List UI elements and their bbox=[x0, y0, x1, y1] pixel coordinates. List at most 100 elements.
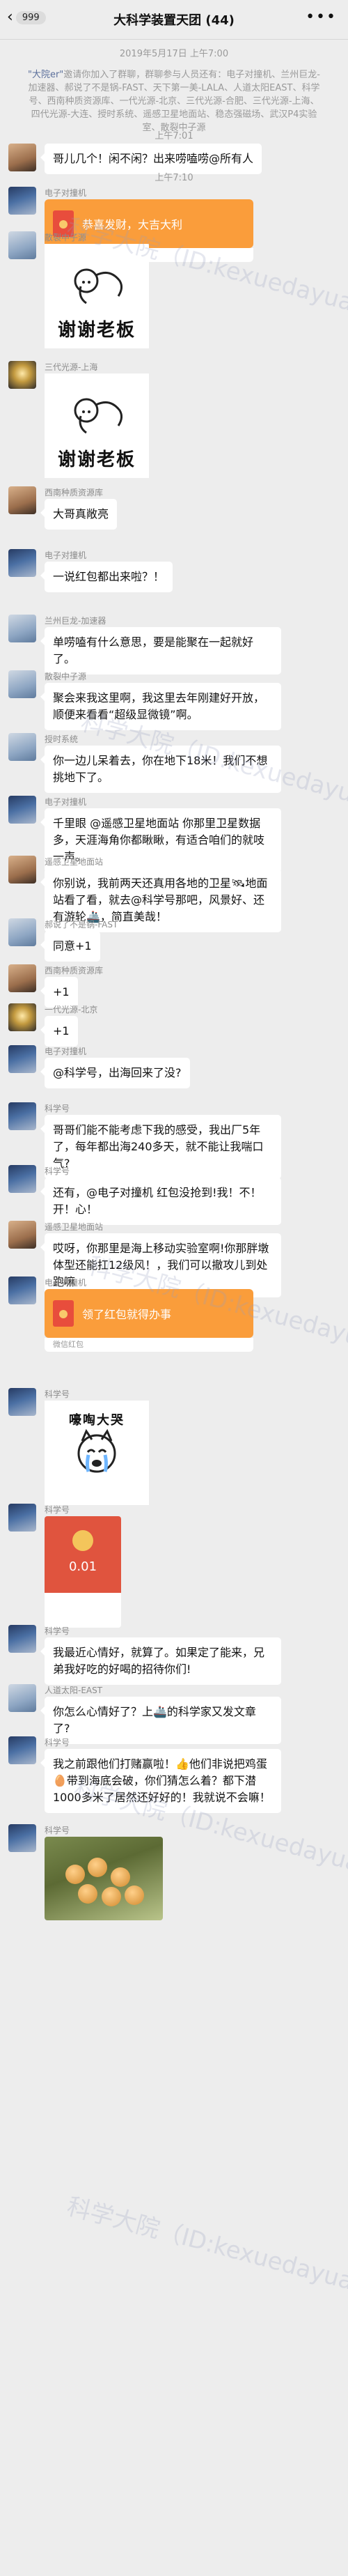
sticker-caption: 谢谢老板 bbox=[57, 449, 136, 470]
chat-header: ‹ 999 大科学装置天团 (44) ••• bbox=[0, 0, 348, 40]
sender-name: 郝说了不是锅-FAST bbox=[45, 920, 118, 930]
red-packet-screenshot[interactable]: 0.01 bbox=[45, 1516, 121, 1628]
back-button[interactable]: ‹ 999 bbox=[7, 10, 46, 25]
avatar[interactable] bbox=[8, 1684, 36, 1712]
egg-icon bbox=[78, 1884, 97, 1904]
message-bubble[interactable]: 单唠嗑有什么意思，要是能聚在一起就好了。 bbox=[40, 627, 281, 674]
avatar[interactable] bbox=[8, 1165, 36, 1193]
chevron-left-icon: ‹ bbox=[7, 8, 13, 26]
sticker-message[interactable]: 谢谢老板 bbox=[45, 373, 149, 478]
red-packet-amount: 0.01 bbox=[68, 1559, 97, 1574]
egg-photo-message[interactable] bbox=[45, 1837, 163, 1920]
avatar[interactable] bbox=[8, 1221, 36, 1249]
sender-name: 遥感卫星地面站 bbox=[45, 1222, 104, 1232]
sender-name: 科学号 bbox=[45, 1104, 70, 1113]
sender-name: 电子对撞机 bbox=[45, 550, 87, 560]
avatar[interactable] bbox=[8, 964, 36, 992]
red-packet-message[interactable]: 领了红包就得办事微信红包 bbox=[45, 1289, 253, 1352]
sender-name: 科学号 bbox=[45, 1738, 70, 1748]
avatar[interactable] bbox=[8, 1102, 36, 1130]
avatar[interactable] bbox=[8, 231, 36, 259]
avatar[interactable] bbox=[8, 486, 36, 514]
egg-icon bbox=[111, 1867, 130, 1887]
avatar[interactable] bbox=[8, 615, 36, 642]
sender-name: 人道太阳-EAST bbox=[45, 1686, 103, 1695]
message-bubble[interactable]: 大哥真敞亮 bbox=[40, 499, 118, 530]
watermark-text: 科学大院（ID:kexuedayuan） bbox=[64, 2192, 348, 2306]
avatar[interactable] bbox=[8, 670, 36, 698]
chat-title: 大科学装置天团 (44) bbox=[113, 13, 235, 28]
sender-name: 西南种质资源库 bbox=[45, 966, 104, 975]
sender-name: 授时系统 bbox=[45, 734, 79, 744]
sender-name: 散裂中子源 bbox=[45, 233, 87, 242]
avatar[interactable] bbox=[8, 1625, 36, 1653]
avatar[interactable] bbox=[8, 549, 36, 577]
message-bubble[interactable]: 同意+1 bbox=[40, 931, 100, 962]
avatar[interactable] bbox=[8, 1388, 36, 1416]
avatar[interactable] bbox=[8, 1824, 36, 1852]
sender-name: 电子对撞机 bbox=[45, 188, 87, 198]
bowing-figure-icon bbox=[74, 268, 123, 304]
sender-name: 科学号 bbox=[45, 1166, 70, 1176]
avatar[interactable] bbox=[8, 144, 36, 171]
sender-name: 西南种质资源库 bbox=[45, 488, 104, 498]
egg-icon bbox=[125, 1885, 144, 1905]
sender-name: 科学号 bbox=[45, 1505, 70, 1515]
message-bubble[interactable]: 我之前跟他们打赌赢啦！👍他们非说把鸡蛋🥚带到海底会破，你们猜怎么着？都下潜100… bbox=[40, 1749, 281, 1813]
message-bubble[interactable]: 聚会来我这里啊，我这里去年刚建好开放，顺便来看看“超级显微镜”啊。 bbox=[40, 683, 281, 730]
avatar[interactable] bbox=[8, 1045, 36, 1073]
crying-cat-icon bbox=[77, 1428, 116, 1473]
egg-icon bbox=[65, 1865, 85, 1884]
sender-name: 电子对撞机 bbox=[45, 1047, 87, 1056]
avatar[interactable] bbox=[8, 361, 36, 389]
avatar[interactable] bbox=[8, 1504, 36, 1532]
bowing-figure-icon bbox=[74, 398, 123, 434]
sticker-caption: 谢谢老板 bbox=[57, 320, 136, 341]
red-packet-greeting: 恭喜发财，大吉大利 bbox=[82, 218, 183, 231]
avatar[interactable] bbox=[8, 187, 36, 215]
sender-name: 兰州巨龙-加速器 bbox=[45, 616, 106, 626]
system-message: "大院er"邀请你加入了群聊，群聊参与人员还有：电子对撞机、兰州巨龙-加速器、郝… bbox=[25, 68, 323, 134]
avatar[interactable] bbox=[8, 856, 36, 884]
red-packet-label: 微信红包 bbox=[45, 1338, 253, 1352]
message-bubble[interactable]: 哥哥们能不能考虑下我的感受，我出厂5年了，每年都出海240多天，就不能让我喘口气… bbox=[40, 1115, 281, 1179]
sender-name: 电子对撞机 bbox=[45, 1278, 87, 1288]
avatar[interactable] bbox=[8, 1277, 36, 1304]
message-bubble[interactable]: 你怎么心情好了？上🚢的科学家又发文章了? bbox=[40, 1697, 281, 1744]
sticker-message[interactable]: 嚎啕大哭 bbox=[45, 1401, 149, 1505]
avatar[interactable] bbox=[8, 918, 36, 946]
message-bubble[interactable]: 一说红包都出来啦？！ bbox=[40, 562, 173, 592]
timestamp: 2019年5月17日 上午7:00 bbox=[119, 49, 229, 59]
sender-name: 遥感卫星地面站 bbox=[45, 857, 104, 867]
message-bubble[interactable]: 还有，@电子对撞机 红包没抢到!我！不！开！心！ bbox=[40, 1178, 281, 1225]
system-message-inviter[interactable]: "大院er" bbox=[28, 70, 63, 80]
sender-name: 散裂中子源 bbox=[45, 672, 87, 681]
sender-name: 科学号 bbox=[45, 1826, 70, 1835]
timestamp: 上午7:10 bbox=[155, 173, 193, 183]
sticker-caption: 嚎啕大哭 bbox=[69, 1413, 125, 1428]
system-message-text: 邀请你加入了群聊，群聊参与人员还有：电子对撞机、兰州巨龙-加速器、郝说了不是锅-… bbox=[28, 70, 320, 133]
sticker-message[interactable]: 谢谢老板 bbox=[45, 244, 149, 348]
avatar[interactable] bbox=[8, 733, 36, 761]
timestamp: 上午7:01 bbox=[155, 131, 193, 141]
sender-name: 科学号 bbox=[45, 1626, 70, 1636]
avatar[interactable] bbox=[8, 1736, 36, 1764]
avatar[interactable] bbox=[8, 1003, 36, 1031]
egg-icon bbox=[102, 1887, 121, 1906]
message-bubble[interactable]: +1 bbox=[40, 1016, 78, 1047]
more-options-icon[interactable]: ••• bbox=[306, 8, 337, 26]
unread-count-badge: 999 bbox=[15, 10, 46, 24]
red-envelope-icon bbox=[53, 1300, 74, 1327]
sender-name: 一代光源-北京 bbox=[45, 1005, 98, 1015]
red-packet-greeting: 领了红包就得办事 bbox=[82, 1308, 172, 1321]
red-packet-screenshot-header: 0.01 bbox=[45, 1516, 121, 1593]
message-bubble[interactable]: @科学号，出海回来了没? bbox=[40, 1058, 190, 1088]
sender-name: 三代光源-上海 bbox=[45, 362, 98, 372]
avatar[interactable] bbox=[8, 796, 36, 824]
sender-name: 科学号 bbox=[45, 1389, 70, 1399]
coin-icon bbox=[72, 1530, 93, 1551]
message-bubble[interactable]: 你一边儿呆着去，你在地下18米！我们不想挑地下了。 bbox=[40, 746, 281, 793]
message-bubble[interactable]: 我最近心情好，就算了。如果定了能来，兄弟我好吃的好喝的招待你们! bbox=[40, 1637, 281, 1685]
sender-name: 电子对撞机 bbox=[45, 797, 87, 807]
egg-icon bbox=[88, 1858, 107, 1877]
